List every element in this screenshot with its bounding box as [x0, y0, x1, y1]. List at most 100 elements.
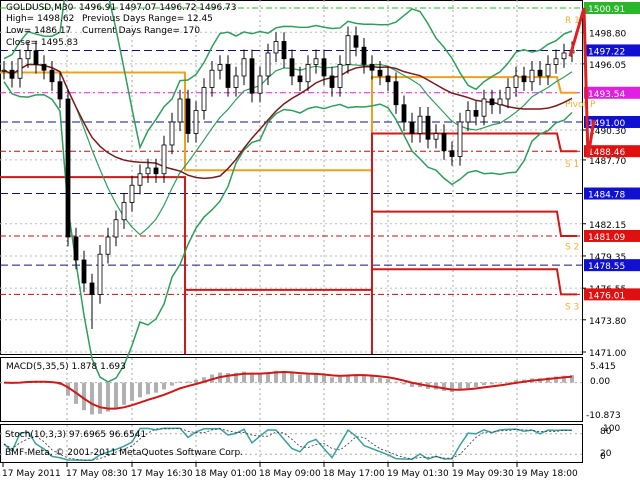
macd-histogram-bar — [306, 374, 310, 383]
candle-body — [121, 202, 127, 221]
candle-body — [41, 64, 47, 71]
candle-body — [361, 46, 367, 65]
candle-body — [457, 121, 463, 157]
macd-histogram-bar — [490, 382, 494, 385]
macd-histogram-bar — [298, 374, 302, 383]
candle-body — [193, 110, 199, 134]
stoch-label: Stoch(10,3,3) 97.6965 96.6541 — [5, 430, 147, 440]
candle-body — [113, 219, 119, 238]
candle-body — [17, 58, 23, 79]
candle-body — [409, 121, 415, 134]
moving-average — [3, 63, 573, 180]
high-label: High= 1498.62 — [6, 14, 75, 24]
macd-histogram-bar — [482, 382, 486, 386]
price-label: 1471.00 — [589, 349, 626, 359]
macd-histogram-bar — [506, 381, 510, 383]
pivot-line-s3 — [372, 268, 577, 296]
macd-histogram-bar — [170, 382, 174, 386]
macd-histogram-bar — [250, 373, 254, 383]
candle-body — [337, 64, 343, 88]
candle-body — [169, 121, 175, 146]
macd-histogram-bar — [178, 381, 182, 383]
candle-body — [249, 58, 255, 94]
macd-histogram-bar — [186, 381, 190, 383]
macd-histogram-bar — [466, 382, 470, 389]
stoch-tick: 80 — [600, 427, 612, 437]
macd-histogram-bar — [122, 382, 126, 405]
macd-histogram-bar — [290, 373, 294, 383]
macd-signal-line — [3, 371, 573, 410]
symbol-ohlc: GOLDUSD,M30 1496.91 1497.07 1496.72 1496… — [6, 3, 237, 13]
macd-histogram-bar — [474, 382, 478, 388]
macd-tick: -10.873 — [586, 411, 621, 421]
candle-body — [153, 167, 159, 175]
candle-body — [553, 58, 559, 65]
symbol-label: GOLDUSD,M30 — [6, 3, 74, 13]
candle-body — [225, 64, 231, 88]
chart-canvas[interactable]: 17 May 2011 17 May 08:30 17 May 16:30 18 Ma… — [0, 0, 640, 480]
close-label: Close= 1495.83 — [6, 38, 79, 48]
candle-body — [25, 50, 31, 60]
macd-histogram-bar — [362, 375, 366, 383]
candle-body — [1, 69, 7, 72]
macd-histogram-bar — [330, 377, 334, 383]
time-label: 19 May 01:30 — [387, 469, 449, 479]
macd-histogram-bar — [114, 382, 118, 409]
macd-histogram-bar — [146, 382, 150, 395]
price-label: 1487.70 — [589, 157, 626, 167]
macd-tick: 0.00 — [590, 377, 611, 387]
candle-body — [137, 173, 143, 186]
price-label: 1473.80 — [589, 317, 626, 327]
macd-histogram-bar — [450, 382, 454, 393]
time-label: 17 May 2011 — [2, 469, 61, 479]
candle-body — [289, 58, 295, 77]
macd-tick: 5.415 — [590, 362, 616, 372]
macd-histogram-bar — [90, 382, 94, 415]
price-label: 1498.80 — [589, 29, 626, 39]
candle-body — [329, 75, 335, 88]
level-value: 1493.54 — [588, 90, 625, 100]
candle-body — [353, 35, 359, 48]
pivot-label: S 1 — [565, 160, 579, 170]
candle-body — [465, 110, 471, 123]
macd-histogram-bar — [394, 381, 398, 383]
candle-body — [473, 110, 479, 117]
candle-body — [97, 253, 103, 295]
candle-body — [401, 104, 407, 123]
candle-body — [441, 133, 447, 152]
candle-body — [377, 69, 383, 77]
low-label: Low= 1486.17 — [6, 26, 72, 36]
macd-histogram-bar — [154, 382, 158, 393]
candle-body — [281, 41, 287, 60]
copyright: BMF-Meta, © 2001-2011 MetaQuotes Softwar… — [5, 448, 244, 458]
time-label: 17 May 08:30 — [66, 469, 128, 479]
candle-body — [417, 115, 423, 134]
candle-body — [385, 75, 391, 83]
candle-body — [209, 69, 215, 88]
candle-body — [81, 259, 87, 284]
candle-body — [449, 150, 455, 157]
cur-range-label: Current Days Range= 170 — [82, 26, 201, 36]
macd-histogram-bar — [130, 382, 134, 401]
candle-body — [105, 236, 111, 255]
candle-body — [185, 98, 191, 134]
time-label: 17 May 16:30 — [131, 469, 193, 479]
candle-body — [201, 87, 207, 111]
macd-histogram-bar — [498, 382, 502, 384]
candle-body — [345, 35, 351, 65]
ohlc-values: 1496.91 1497.07 1496.72 1496.73 — [79, 3, 237, 13]
candle-body — [161, 144, 167, 175]
candle-body — [369, 64, 375, 71]
candle-body — [529, 69, 535, 83]
pivot-label: Pivot P — [565, 100, 596, 110]
candle-body — [497, 98, 503, 106]
macd-label: MACD(5,35,5) 1.878 1.693 — [6, 362, 126, 372]
time-label: 19 May 09:30 — [452, 469, 514, 479]
macd-histogram-bar — [370, 376, 374, 383]
level-value: 1476.01 — [588, 291, 625, 301]
candle-body — [321, 58, 327, 77]
chart-window[interactable]: 17 May 2011 17 May 08:30 17 May 16:30 18 Ma… — [0, 0, 640, 480]
candle-body — [217, 64, 223, 71]
price-label: 1482.15 — [589, 221, 626, 231]
macd-histogram-bar — [162, 382, 166, 390]
